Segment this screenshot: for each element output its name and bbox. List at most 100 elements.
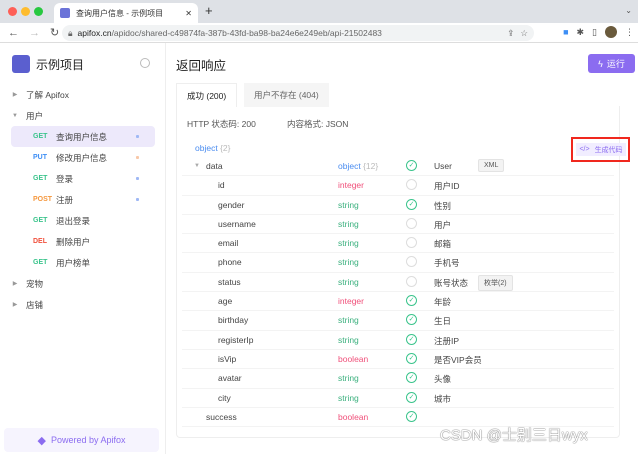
close-window-button[interactable]: [8, 7, 17, 16]
folder-label: 宠物: [26, 278, 44, 289]
sidebar-api-item[interactable]: GET 退出登录: [11, 210, 155, 231]
type-label: boolean: [338, 411, 369, 422]
close-tab-icon[interactable]: ✕: [185, 9, 192, 18]
sidebar-api-item[interactable]: GET 用户榜单: [11, 252, 155, 273]
sidebar-api-item[interactable]: GET 查询用户信息: [11, 126, 155, 147]
api-label: 登录: [56, 173, 74, 184]
api-label: 用户榜单: [56, 257, 91, 268]
field-description: 邮箱: [434, 239, 452, 250]
field-name: username: [218, 218, 256, 229]
sidebar-folder[interactable]: ▶ 店铺: [0, 294, 166, 315]
method-badge: GET: [33, 133, 48, 140]
field-tag[interactable]: XML: [478, 159, 505, 172]
field-description: 手机号: [434, 258, 460, 269]
api-tree: ▶ 了解 Apifox ▼ 用户 GET 查询用户信息 PUT 修改用户信息 GET 登录 POST…: [0, 84, 166, 315]
field-name: status: [218, 276, 241, 287]
sidebar-folder[interactable]: ▶ 宠物: [0, 273, 166, 294]
field-description: 是否VIP会员: [434, 354, 482, 365]
generate-code-label: 生成代码: [594, 146, 623, 154]
field-count: {12}: [363, 161, 379, 171]
required-check-icon: ✓: [406, 352, 417, 364]
required-check-icon: ✓: [406, 314, 417, 326]
run-button[interactable]: ϟ 运行: [588, 54, 635, 73]
lightning-icon: ϟ: [598, 58, 603, 69]
field-description: 性别: [434, 200, 452, 211]
required-check-icon: ✓: [406, 160, 417, 171]
caret-down-icon[interactable]: ▼: [194, 163, 200, 169]
field-name: phone: [218, 257, 242, 268]
field-name: email: [218, 238, 239, 249]
url-input[interactable]: 🔒︎ apifox.cn/apidoc/shared-c49874fa-387b-…: [62, 25, 534, 41]
extension-icon[interactable]: ■: [563, 27, 568, 37]
bookmark-star-icon[interactable]: ☆: [520, 28, 528, 39]
field-description: 用户: [434, 219, 452, 230]
field-name: id: [218, 180, 225, 191]
caret-right-icon[interactable]: ▶: [0, 91, 26, 98]
folder-label: 店铺: [26, 299, 44, 310]
favicon-icon: [60, 8, 70, 18]
maximize-window-button[interactable]: [34, 7, 43, 16]
share-icon[interactable]: ⇪: [507, 28, 514, 39]
project-logo: [12, 55, 30, 73]
caret-right-icon[interactable]: ▶: [0, 301, 26, 308]
optional-circle-icon: [406, 179, 417, 191]
type-label: string: [338, 392, 359, 403]
optional-circle-icon: [406, 237, 417, 249]
method-badge: PUT: [33, 154, 47, 161]
watermark: CSDN @士别三日wyx: [440, 427, 588, 444]
status-dot: [136, 177, 139, 180]
field-type: string: [338, 257, 359, 267]
sidebar-api-item[interactable]: GET 登录: [11, 168, 155, 189]
generate-code-button[interactable]: </> 生成代码: [576, 143, 626, 156]
forward-icon[interactable]: →: [29, 27, 42, 39]
tab-search-icon[interactable]: ⌄: [625, 6, 632, 15]
field-type: string: [338, 200, 359, 210]
schema-row: email string 邮箱: [182, 234, 614, 254]
field-type: integer: [338, 296, 364, 306]
required-check-icon: ✓: [406, 391, 417, 403]
field-name: avatar: [218, 373, 242, 384]
lock-icon: 🔒︎: [68, 27, 73, 38]
type-label: integer: [338, 180, 364, 191]
tab-success-200[interactable]: 成功 (200): [176, 83, 238, 107]
field-type: string: [338, 373, 359, 383]
field-description: User: [434, 161, 452, 171]
sidebar-api-item[interactable]: POST 注册: [11, 189, 155, 210]
field-name: age: [218, 296, 233, 307]
tab-user-not-found-404[interactable]: 用户不存在 (404): [244, 83, 329, 107]
sidebar-api-item[interactable]: PUT 修改用户信息: [11, 147, 155, 168]
required-check-icon: ✓: [406, 372, 417, 384]
avatar[interactable]: [605, 26, 617, 38]
field-type: string: [338, 335, 359, 345]
field-name: registerIp: [218, 334, 254, 345]
url-host: apifox.cn: [77, 28, 112, 38]
field-description: 注册IP: [434, 335, 460, 346]
sidebar-api-item[interactable]: DEL 删除用户: [11, 231, 155, 252]
sidebar-folder[interactable]: ▶ 了解 Apifox: [0, 84, 166, 105]
field-type: string: [338, 277, 359, 287]
powered-by-apifox-link[interactable]: ◆ Powered by Apifox: [4, 428, 159, 452]
puzzle-icon[interactable]: ✱: [577, 27, 585, 38]
minimize-window-button[interactable]: [21, 7, 30, 16]
address-bar-row: ← → ↻ 🔒︎ apifox.cn/apidoc/shared-c49874fa…: [0, 23, 638, 43]
field-tag[interactable]: 枚举(2): [478, 274, 513, 291]
type-label: string: [338, 257, 359, 268]
sidepanel-icon[interactable]: ▯: [592, 27, 597, 38]
caret-right-icon[interactable]: ▶: [0, 280, 26, 287]
search-icon[interactable]: [140, 58, 150, 68]
back-icon[interactable]: ←: [8, 27, 21, 39]
api-label: 修改用户信息: [56, 152, 108, 163]
api-label: 删除用户: [56, 236, 91, 247]
type-label: object: [338, 161, 361, 171]
browser-tab[interactable]: 查询用户信息 - 示例项目 ✕: [54, 3, 198, 23]
schema-row: status string 账号状态 枚举(2): [182, 273, 614, 293]
new-tab-button[interactable]: +: [205, 3, 213, 18]
schema-row: id integer 用户ID: [182, 176, 614, 196]
field-type: string: [338, 238, 359, 248]
required-check-icon: ✓: [406, 410, 417, 422]
field-type: string: [338, 393, 359, 403]
type-label: string: [338, 334, 359, 345]
caret-down-icon[interactable]: ▼: [0, 113, 26, 119]
menu-icon[interactable]: ⋮: [625, 27, 634, 38]
sidebar-folder[interactable]: ▼ 用户: [0, 105, 166, 126]
